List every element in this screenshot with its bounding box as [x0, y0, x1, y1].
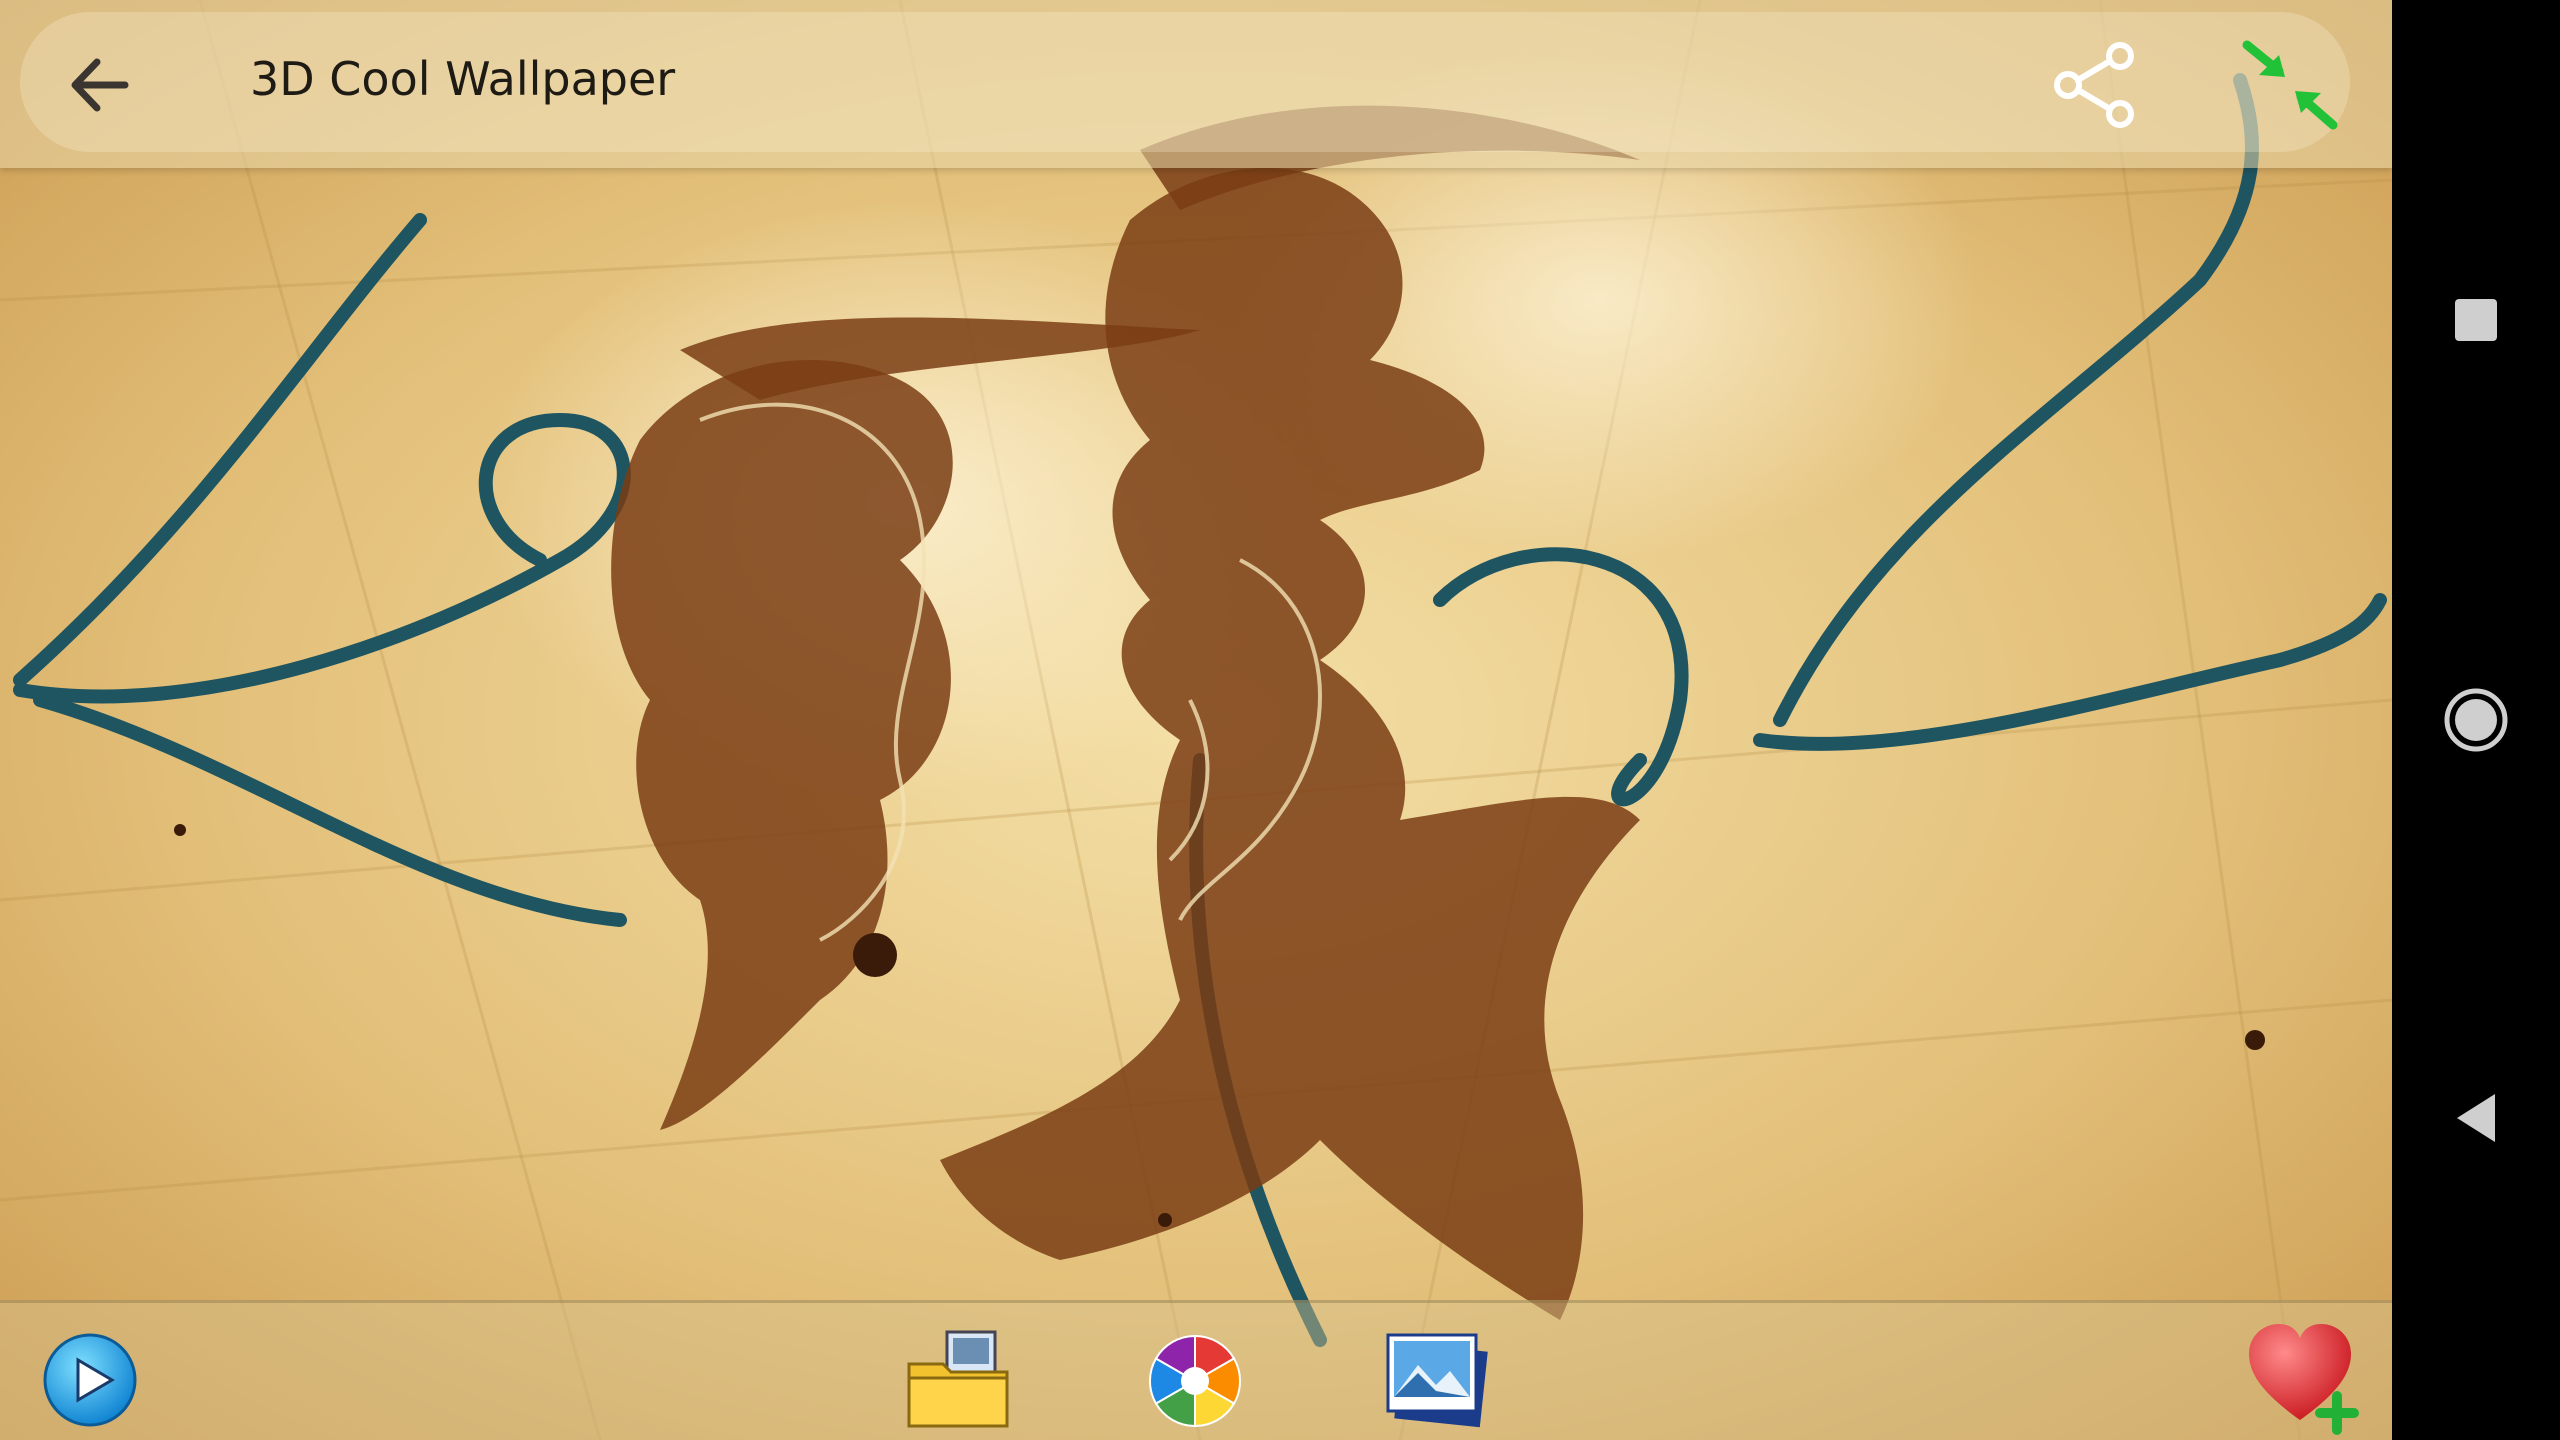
folder-button[interactable]	[895, 1323, 1020, 1438]
play-icon	[43, 1333, 137, 1427]
recents-button[interactable]	[2426, 270, 2526, 370]
add-favorite-button[interactable]	[2240, 1315, 2370, 1440]
top-toolbar: 3D Cool Wallpaper	[0, 0, 2392, 168]
system-navigation-bar	[2392, 0, 2560, 1440]
back-icon	[2457, 1094, 2495, 1142]
back-button[interactable]	[50, 35, 150, 135]
favorite-add-icon	[2249, 1324, 2359, 1435]
share-button[interactable]	[2040, 30, 2150, 140]
share-icon	[2054, 42, 2134, 128]
exit-fullscreen-button[interactable]	[2225, 25, 2355, 145]
home-icon	[2444, 688, 2508, 752]
gallery-button[interactable]	[1370, 1321, 1500, 1439]
arrow-left-icon	[71, 58, 129, 112]
system-back-button[interactable]	[2426, 1068, 2526, 1168]
gallery-icon	[1386, 1333, 1488, 1428]
page-title: 3D Cool Wallpaper	[250, 52, 676, 106]
wallpaper-viewer: 3D Cool Wallpaper	[0, 0, 2392, 1440]
bottom-toolbar	[0, 1300, 2392, 1440]
recents-icon	[2455, 299, 2497, 341]
color-filter-button[interactable]	[1135, 1323, 1255, 1438]
folder-icon	[907, 1330, 1008, 1427]
color-wheel-icon	[1149, 1334, 1241, 1427]
wallpaper-image[interactable]	[0, 0, 2392, 1440]
home-button[interactable]	[2426, 670, 2526, 770]
slideshow-button[interactable]	[30, 1325, 150, 1435]
exit-fullscreen-icon	[2242, 40, 2338, 130]
